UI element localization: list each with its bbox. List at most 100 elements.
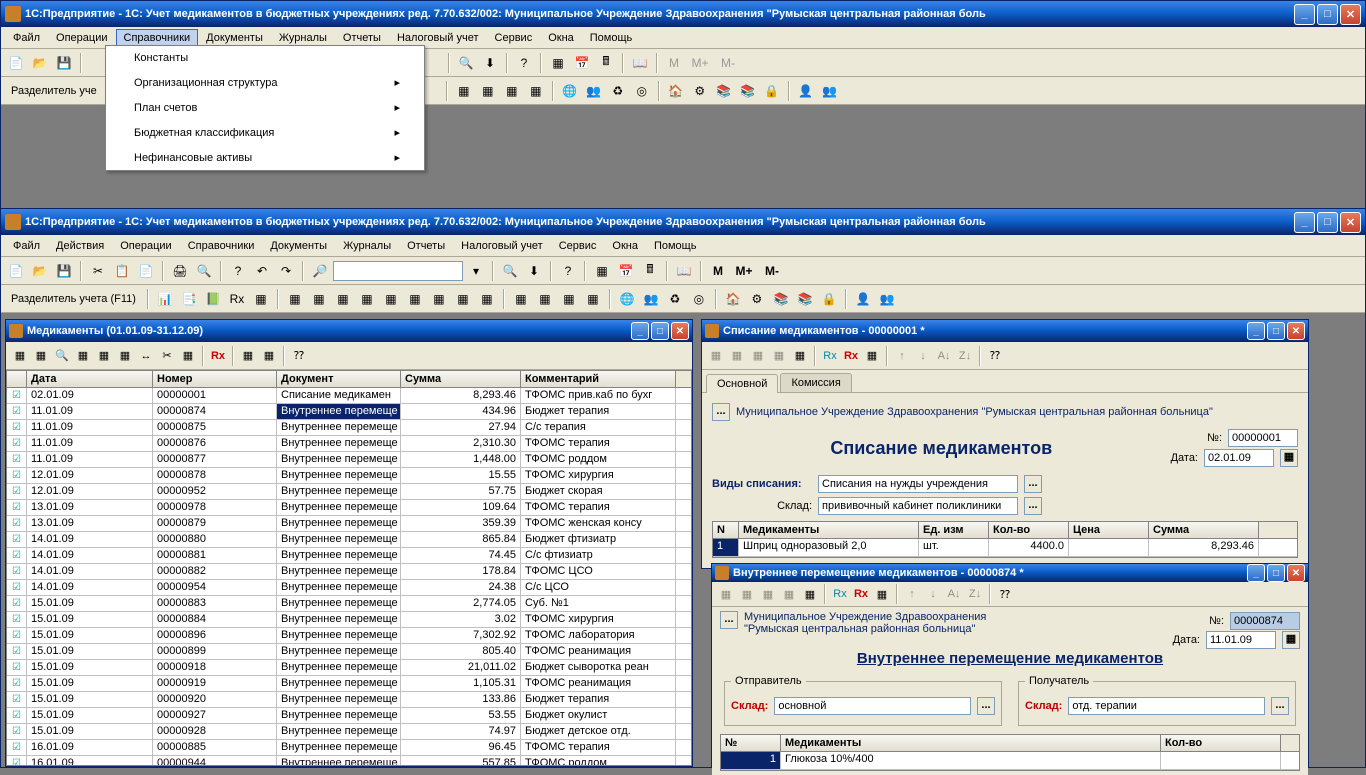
m-button[interactable]: M — [663, 52, 685, 74]
copy-icon[interactable]: 📋 — [111, 260, 133, 282]
sort-az-icon[interactable]: A↓ — [934, 346, 954, 366]
maximize-button[interactable]: □ — [1267, 564, 1285, 582]
table-row[interactable]: ☑14.01.0900000881Внутреннее перемеще74.4… — [7, 548, 691, 564]
dropdown-item[interactable]: Организационная структура — [106, 70, 424, 95]
maximize-button[interactable]: □ — [1317, 212, 1338, 233]
separator-label-f11[interactable]: Разделитель учета (F11) — [5, 293, 142, 305]
minimize-button[interactable]: _ — [1247, 322, 1265, 340]
close-button[interactable]: ✕ — [671, 322, 689, 340]
table-row[interactable]: ☑02.01.0900000001Списание медикамен8,293… — [7, 388, 691, 404]
undo-icon[interactable]: ↶ — [251, 260, 273, 282]
column-header[interactable]: Кол-во — [989, 522, 1069, 538]
books-icon[interactable]: 📚 — [713, 80, 735, 102]
tb-icon[interactable]: ▦ — [259, 346, 279, 366]
menu-налоговый учет[interactable]: Налоговый учет — [389, 29, 487, 47]
maximize-button[interactable]: □ — [651, 322, 669, 340]
table-row[interactable]: ☑15.01.0900000919Внутреннее перемеще1,10… — [7, 676, 691, 692]
menu-операции[interactable]: Операции — [112, 237, 179, 255]
down-icon[interactable]: ↓ — [923, 584, 943, 604]
tb-rx-icon[interactable]: Rx — [841, 346, 861, 366]
tb-icon[interactable]: ▦ — [862, 346, 882, 366]
up-icon[interactable]: ↑ — [902, 584, 922, 604]
receiver-store-button[interactable]: ... — [1271, 697, 1289, 715]
tb-icon[interactable]: ▦ — [501, 80, 523, 102]
table-row[interactable]: ☑15.01.0900000883Внутреннее перемеще2,77… — [7, 596, 691, 612]
sort-za-icon[interactable]: Z↓ — [955, 346, 975, 366]
tb-icon[interactable]: ▦ — [800, 584, 820, 604]
table-row[interactable]: ☑15.01.0900000918Внутреннее перемеще21,0… — [7, 660, 691, 676]
menu-налоговый учет[interactable]: Налоговый учет — [453, 237, 551, 255]
book-icon[interactable]: 📖 — [629, 52, 651, 74]
table-row[interactable]: ☑12.01.0900000952Внутреннее перемеще57.7… — [7, 484, 691, 500]
table-row[interactable]: ☑15.01.0900000896Внутреннее перемеще7,30… — [7, 628, 691, 644]
org-select-button[interactable]: ... — [712, 403, 730, 421]
recycle-icon[interactable]: ♻ — [664, 288, 686, 310]
house-icon[interactable]: 🏠 — [722, 288, 744, 310]
down-icon[interactable]: ↓ — [913, 346, 933, 366]
tb-icon[interactable]: ▦ — [476, 288, 498, 310]
table-row[interactable]: ☑11.01.0900000877Внутреннее перемеще1,44… — [7, 452, 691, 468]
move-grid[interactable]: №МедикаментыКол-во 1Глюкоза 10%/400 — [720, 734, 1300, 771]
maximize-button[interactable]: □ — [1317, 4, 1338, 25]
help-icon[interactable]: ? — [513, 52, 535, 74]
calc-icon[interactable]: ▦ — [591, 260, 613, 282]
tb-rx-icon[interactable]: Rx — [208, 346, 228, 366]
column-header[interactable] — [7, 371, 27, 387]
tree-icon[interactable]: ⬇ — [523, 260, 545, 282]
users-icon[interactable]: 👥 — [583, 80, 605, 102]
tb-rx-icon[interactable]: Rx — [830, 584, 850, 604]
column-header[interactable]: Дата — [27, 371, 153, 387]
column-header[interactable]: Медикаменты — [739, 522, 919, 538]
tb-icon[interactable]: ▦ — [452, 288, 474, 310]
column-header[interactable]: Сумма — [1149, 522, 1259, 538]
menu-окна[interactable]: Окна — [604, 237, 646, 255]
tb-icon[interactable]: ▦ — [706, 346, 726, 366]
tb-icon[interactable]: 📗 — [202, 288, 224, 310]
tb-icon[interactable]: ▦ — [477, 80, 499, 102]
lock-icon[interactable]: 🔒 — [761, 80, 783, 102]
menu-сервис[interactable]: Сервис — [551, 237, 605, 255]
store-select-button[interactable]: ... — [1024, 497, 1042, 515]
column-header[interactable]: Документ — [277, 371, 401, 387]
tb-icon[interactable]: Rx — [226, 288, 248, 310]
tb-icon[interactable]: ▦ — [284, 288, 306, 310]
table-row[interactable]: ☑15.01.0900000927Внутреннее перемеще53.5… — [7, 708, 691, 724]
up-icon[interactable]: ↑ — [892, 346, 912, 366]
store-input[interactable] — [818, 497, 1018, 515]
calendar-button[interactable]: ▦ — [1280, 449, 1298, 467]
column-header[interactable]: N — [713, 522, 739, 538]
tb-icon[interactable]: ✂ — [157, 346, 177, 366]
dropdown-arrow-icon[interactable]: ▾ — [465, 260, 487, 282]
person-icon[interactable]: 👥 — [819, 80, 841, 102]
tb-icon[interactable]: ▦ — [748, 346, 768, 366]
target-icon[interactable]: ◎ — [688, 288, 710, 310]
tb-icon[interactable]: ▦ — [510, 288, 532, 310]
find-icon[interactable]: 🔍 — [455, 52, 477, 74]
calendar-icon[interactable]: 📅 — [615, 260, 637, 282]
globe-icon[interactable]: 🌐 — [559, 80, 581, 102]
num-input[interactable] — [1228, 429, 1298, 447]
tb-icon[interactable]: ▦ — [73, 346, 93, 366]
table-row[interactable]: ☑14.01.0900000880Внутреннее перемеще865.… — [7, 532, 691, 548]
menu-окна[interactable]: Окна — [540, 29, 582, 47]
journal-grid[interactable]: ДатаНомерДокументСуммаКомментарий ☑02.01… — [6, 370, 692, 766]
recycle-icon[interactable]: ♻ — [607, 80, 629, 102]
tb-icon[interactable]: ▦ — [404, 288, 426, 310]
date-input[interactable] — [1204, 449, 1274, 467]
menu-журналы[interactable]: Журналы — [335, 237, 399, 255]
find-icon[interactable]: 🔍 — [499, 260, 521, 282]
help-arrow-icon[interactable]: ⁇ — [995, 584, 1015, 604]
menu-документы[interactable]: Документы — [198, 29, 271, 47]
tb-icon[interactable]: ▦ — [380, 288, 402, 310]
help-icon[interactable]: ? — [557, 260, 579, 282]
menu-файл[interactable]: Файл — [5, 237, 48, 255]
clock-icon[interactable]: 🖩 — [595, 52, 617, 74]
tb-icon[interactable]: 📑 — [178, 288, 200, 310]
users-icon[interactable]: 👥 — [640, 288, 662, 310]
tb-icon[interactable]: ▦ — [758, 584, 778, 604]
column-header[interactable]: Медикаменты — [781, 735, 1161, 751]
tb-icon[interactable]: ▦ — [727, 346, 747, 366]
menu-операции[interactable]: Операции — [48, 29, 115, 47]
tb-icon[interactable]: ↔ — [136, 346, 156, 366]
search-icon[interactable]: 🔎 — [309, 260, 331, 282]
